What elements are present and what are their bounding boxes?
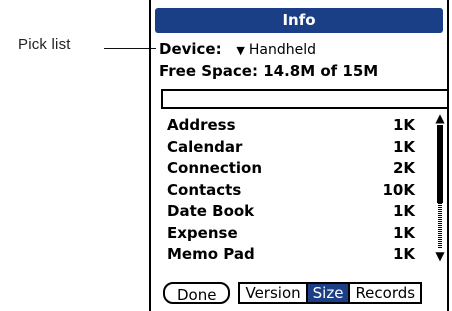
app-name: Connection <box>167 159 263 177</box>
list-item[interactable]: Memo Pad 1K <box>167 244 415 266</box>
list-item[interactable]: Expense 1K <box>167 223 415 245</box>
app-size: 10K <box>382 180 416 199</box>
tab-records[interactable]: Records <box>350 284 420 302</box>
scroll-down-arrow-icon[interactable]: ▼ <box>433 249 447 263</box>
app-size: 1K <box>392 223 415 242</box>
search-field[interactable] <box>161 89 449 109</box>
view-selector: Version Size Records <box>238 282 423 304</box>
tab-version[interactable]: Version <box>240 284 308 302</box>
app-size: 1K <box>392 245 415 263</box>
free-space-text: Free Space: 14.8M of 15M <box>159 62 379 80</box>
device-value: Handheld <box>248 42 316 58</box>
button-bar: Done Version Size Records <box>163 282 423 304</box>
scrollbar[interactable]: ▲ ▼ <box>433 111 447 263</box>
window-title: Info <box>155 8 443 33</box>
info-screen: Info Device: ▼ Handheld Free Space: 14.8M… <box>149 0 449 311</box>
tab-size[interactable]: Size <box>307 284 351 302</box>
app-size: 2K <box>392 159 415 177</box>
device-row: Device: ▼ Handheld <box>159 40 316 60</box>
device-label: Device: <box>159 40 222 58</box>
list-item[interactable]: Connection 2K <box>167 158 415 180</box>
app-size: 1K <box>392 116 415 134</box>
dropdown-triangle-icon: ▼ <box>236 44 245 57</box>
app-name: Date Book <box>167 202 255 220</box>
app-name: Calendar <box>167 137 243 156</box>
app-name: Memo Pad <box>167 245 255 263</box>
app-list: Address 1K Calendar 1K Connection 2K Con… <box>167 115 415 266</box>
list-item[interactable]: Address 1K <box>167 115 415 137</box>
app-name: Contacts <box>167 180 242 199</box>
done-button[interactable]: Done <box>163 282 231 304</box>
list-item[interactable]: Date Book 1K <box>167 201 415 223</box>
app-name: Expense <box>167 223 238 242</box>
scroll-thumb[interactable] <box>437 125 443 203</box>
pick-list-callout: Pick list <box>18 36 71 53</box>
scroll-up-arrow-icon[interactable]: ▲ <box>433 111 447 125</box>
app-name: Address <box>167 116 236 134</box>
app-size: 1K <box>392 137 415 156</box>
list-item[interactable]: Contacts 10K <box>167 180 415 202</box>
device-picker[interactable]: ▼ Handheld <box>236 42 316 58</box>
app-size: 1K <box>392 202 415 220</box>
list-item[interactable]: Calendar 1K <box>167 137 415 159</box>
